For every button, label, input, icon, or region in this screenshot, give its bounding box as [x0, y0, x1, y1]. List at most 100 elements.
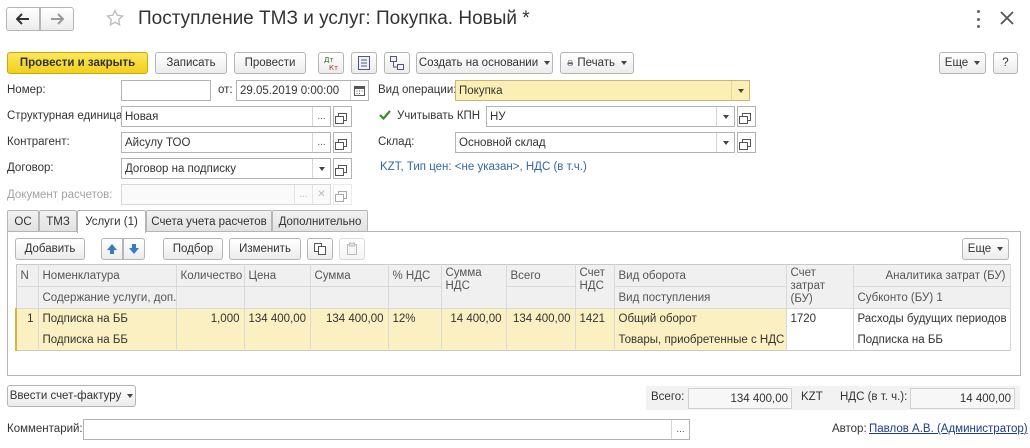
col-vat-account-header[interactable]: Счет НДС [575, 264, 615, 309]
col-price-header[interactable]: Цена [244, 264, 311, 287]
arrow-down-icon [129, 244, 139, 254]
comment-label: Комментарий: [7, 423, 83, 435]
row-total[interactable]: 134 400,00 [506, 308, 576, 330]
comment-field[interactable]: ... [83, 419, 690, 440]
row-analytics2[interactable]: Подписка на ББ [853, 329, 1011, 351]
ellipsis-icon[interactable]: ... [671, 420, 689, 439]
author-link[interactable]: Павлов А.В. (Администратор) [869, 423, 1028, 435]
more-button[interactable]: Еще [939, 52, 986, 74]
col-receipt-type-header[interactable]: Вид поступления [614, 286, 787, 309]
chevron-down-icon[interactable] [716, 107, 734, 126]
row-vat-pct[interactable]: 12% [388, 308, 442, 330]
services-table: N Номенклатура Количество Цена Сумма % Н… [15, 264, 1011, 351]
svg-text:Дт: Дт [324, 56, 334, 64]
operation-select[interactable]: Покупка [455, 80, 750, 101]
open-icon[interactable] [737, 132, 756, 153]
row-price[interactable]: 134 400,00 [244, 308, 311, 330]
open-icon[interactable] [333, 132, 352, 153]
row-content[interactable]: Подписка на ББ [38, 329, 177, 351]
checkmark-icon [379, 110, 391, 121]
date-label: от: [218, 84, 233, 96]
clear-icon: ✕ [312, 185, 330, 204]
svg-text:Кт: Кт [329, 64, 338, 71]
kpn-checkbox-label: Учитывать КПН [397, 110, 481, 122]
warehouse-select[interactable]: Основной склад [455, 132, 735, 153]
close-icon[interactable] [998, 9, 1018, 29]
struct-unit-field[interactable]: Новая ... [121, 106, 331, 127]
row-nomenclature[interactable]: Подписка на ББ [38, 308, 177, 330]
row-qty[interactable]: 1,000 [176, 308, 245, 330]
add-row-button[interactable]: Добавить [15, 238, 85, 260]
row-vat-sum[interactable]: 14 400,00 [441, 308, 507, 330]
contractor-field[interactable]: Айсулу ТОО ... [121, 132, 331, 153]
col-content-header[interactable]: Содержание услуги, доп. [38, 286, 177, 309]
arrow-up-icon [107, 244, 117, 254]
row-subconto[interactable]: Расходы будущих периодов [853, 308, 1011, 330]
help-button[interactable]: ? [993, 52, 1018, 74]
chevron-down-icon[interactable] [731, 81, 749, 100]
enter-invoice-button[interactable]: Ввести счет-фактуру [7, 385, 136, 407]
number-field[interactable] [121, 80, 211, 101]
kpn-checkbox[interactable] [378, 108, 392, 122]
calendar-icon[interactable] [350, 81, 368, 100]
paste-row-button [339, 238, 365, 260]
row-sum[interactable]: 134 400,00 [310, 308, 389, 330]
ellipsis-icon[interactable]: ... [312, 107, 330, 126]
col-nomenclature-header[interactable]: Номенклатура [38, 264, 177, 287]
chevron-down-icon[interactable] [716, 133, 734, 152]
printer-icon [567, 60, 573, 66]
open-icon[interactable] [737, 106, 756, 127]
vat-value-field: 14 400,00 [910, 388, 1015, 409]
col-turnover-header[interactable]: Вид оборота [614, 264, 787, 287]
save-button[interactable]: Записать [155, 52, 227, 74]
settlement-doc-field: ... ✕ [121, 184, 331, 205]
copy-row-button[interactable] [307, 238, 333, 260]
col-total-header[interactable]: Всего [506, 264, 576, 287]
table-row-detail[interactable]: Подписка на ББ Товары, приобретенные с Н… [15, 329, 1011, 351]
tab-services[interactable]: Услуги (1) [77, 210, 146, 233]
tab-additional[interactable]: Дополнительно [272, 210, 368, 232]
vertical-dots-icon[interactable] [972, 10, 984, 28]
col-analytics-header[interactable]: Аналитика затрат (БУ) [853, 264, 1011, 287]
favorite-star-icon[interactable] [106, 8, 126, 29]
col-vat-sum-header[interactable]: Сумма НДС [441, 264, 507, 309]
col-sum-header[interactable]: Сумма [310, 264, 389, 287]
row-vat-account[interactable]: 1421 [575, 308, 615, 330]
structure-button[interactable] [384, 52, 410, 74]
kpn-select[interactable]: НУ [486, 106, 735, 127]
tab-tmz[interactable]: ТМЗ [39, 210, 77, 232]
open-icon[interactable] [333, 106, 352, 127]
post-and-close-button[interactable]: Провести и закрыть [7, 52, 148, 74]
ellipsis-icon[interactable]: ... [312, 133, 330, 152]
create-based-on-button[interactable]: Создать на основании [416, 52, 553, 74]
row-turnover[interactable]: Общий оборот [614, 308, 787, 330]
open-icon [333, 184, 352, 205]
table-row[interactable]: 1 Подписка на ББ 1,000 134 400,00 134 40… [15, 308, 1011, 330]
col-qty-header[interactable]: Количество [176, 264, 245, 287]
contract-select[interactable]: Договор на подписку [121, 158, 331, 179]
chevron-down-icon [621, 61, 627, 65]
move-down-button[interactable] [123, 238, 145, 260]
move-up-button[interactable] [101, 238, 123, 260]
price-info-link[interactable]: KZT, Тип цен: <не указан>, НДС (в т.ч.) [380, 161, 587, 173]
edit-row-button[interactable]: Изменить [229, 238, 301, 260]
hierarchy-icon [390, 56, 404, 70]
print-button[interactable]: Печать [560, 52, 634, 74]
row-cost-account[interactable]: 1720 [786, 308, 854, 330]
tab-os[interactable]: ОС [7, 210, 39, 232]
date-field[interactable]: 29.05.2019 0:00:00 [236, 80, 369, 101]
back-button[interactable] [6, 7, 40, 31]
forward-button[interactable] [40, 7, 74, 31]
tab-settlement-accounts[interactable]: Счета учета расчетов [146, 210, 272, 232]
post-button[interactable]: Провести [234, 52, 306, 74]
document-list-button[interactable] [351, 52, 377, 74]
row-receipt-type[interactable]: Товары, приобретенные с НДС [614, 329, 787, 351]
col-cost-account-header[interactable]: Счет затрат (БУ) [786, 264, 854, 309]
col-vat-pct-header[interactable]: % НДС [388, 264, 442, 287]
chevron-down-icon[interactable] [312, 159, 330, 178]
select-button[interactable]: Подбор [163, 238, 223, 260]
open-icon[interactable] [333, 158, 352, 179]
col-subconto-header[interactable]: Субконто (БУ) 1 [853, 286, 1011, 309]
dt-kt-button[interactable]: Дт Кт [318, 52, 344, 74]
table-more-button[interactable]: Еще [962, 238, 1009, 260]
